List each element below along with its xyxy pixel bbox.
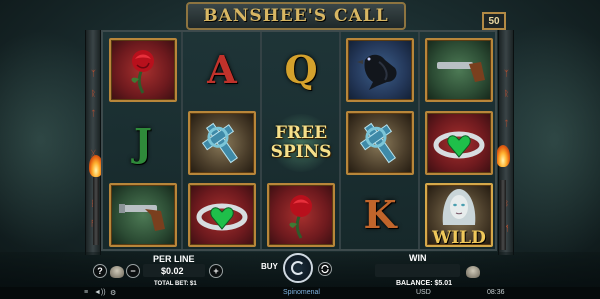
rune-icon: ᚱ <box>504 89 509 98</box>
menu-icon[interactable]: ≡ <box>84 289 88 296</box>
reel-divider <box>181 32 183 249</box>
game-scene: ᛉ ᚱ ᛏ ᚷ ᛒ ᛗ ᛉ ᚱ ᛏ ᚷ ᛒ ᛗ BANSHEE'S CALL 5… <box>0 0 600 299</box>
celtic-cross-icon <box>359 122 397 164</box>
rune-icon: ᛉ <box>504 69 509 78</box>
decrease-bet-button[interactable]: − <box>126 264 140 278</box>
currency-label: USD <box>416 289 431 296</box>
autoplay-icon <box>321 264 329 274</box>
symbol-celtic-cross <box>342 108 418 178</box>
reel-divider <box>260 32 262 249</box>
spin-icon <box>291 261 305 275</box>
symbol-celtic-cross <box>184 108 260 178</box>
banshee-portrait-icon <box>442 189 476 225</box>
symbol-pistol <box>421 35 497 105</box>
buy-button[interactable]: BUY <box>261 262 278 271</box>
symbol-heart-ring <box>184 180 260 250</box>
pistol-icon <box>119 204 165 231</box>
clock: 08:36 <box>487 289 505 296</box>
status-bar: ≡ ◄)) ⚙ Spinomenal USD 08:36 <box>0 287 600 299</box>
reel-grid: J A Q FREE SPINS K WILD <box>101 30 497 251</box>
help-button[interactable]: ? <box>93 264 107 278</box>
celtic-cross-icon <box>201 122 239 164</box>
heart-ring-icon <box>196 203 248 231</box>
balance-label: BALANCE: $5.01 <box>396 280 453 287</box>
sound-icon[interactable]: ◄)) <box>94 289 106 296</box>
raven-icon <box>357 54 397 90</box>
symbol-j: J <box>134 120 152 165</box>
rose-icon <box>131 50 154 94</box>
skull-decoration-icon <box>466 266 480 278</box>
provider-logo: Spinomenal <box>283 289 320 296</box>
symbol-rose <box>263 180 339 250</box>
settings-icon[interactable]: ⚙ <box>110 289 116 297</box>
pistol-icon <box>437 62 485 82</box>
symbol-banshee-wild: WILD <box>421 180 497 250</box>
game-title: BANSHEE'S CALL <box>203 6 389 26</box>
win-label: WIN <box>409 253 427 263</box>
rune-icon: ᚱ <box>91 89 96 98</box>
rune-icon: ᛏ <box>91 109 96 118</box>
spin-button[interactable] <box>283 253 313 283</box>
rose-icon <box>289 195 312 239</box>
win-value-box <box>375 264 460 277</box>
torch-flame-icon <box>496 145 510 167</box>
heart-ring-icon <box>433 131 485 159</box>
reel-divider <box>339 32 341 249</box>
torch-stand-right <box>500 180 506 250</box>
symbol-q: Q <box>284 47 318 92</box>
symbol-k: K <box>363 192 397 237</box>
symbol-free-spins: FREE SPINS <box>263 108 339 178</box>
game-title-plate: BANSHEE'S CALL <box>186 2 406 30</box>
symbol-raven <box>342 35 418 105</box>
autoplay-button[interactable] <box>318 262 332 276</box>
increase-bet-button[interactable]: + <box>209 264 223 278</box>
free-spins-label: FREE SPINS <box>270 123 332 162</box>
symbol-heart-ring <box>421 108 497 178</box>
symbol-a: A <box>207 47 237 92</box>
per-line-label: PER LINE <box>153 254 195 264</box>
symbol-rose <box>105 35 181 105</box>
torch-stand-left <box>93 175 99 245</box>
reel-divider <box>418 32 420 249</box>
rune-icon: ᛉ <box>91 69 96 78</box>
symbol-pistol <box>105 180 181 250</box>
rune-icon: ᛏ <box>504 119 509 128</box>
per-line-value: $0.02 <box>161 266 184 276</box>
skull-decoration-icon <box>110 266 124 278</box>
paylines-badge: 50 <box>482 12 506 30</box>
